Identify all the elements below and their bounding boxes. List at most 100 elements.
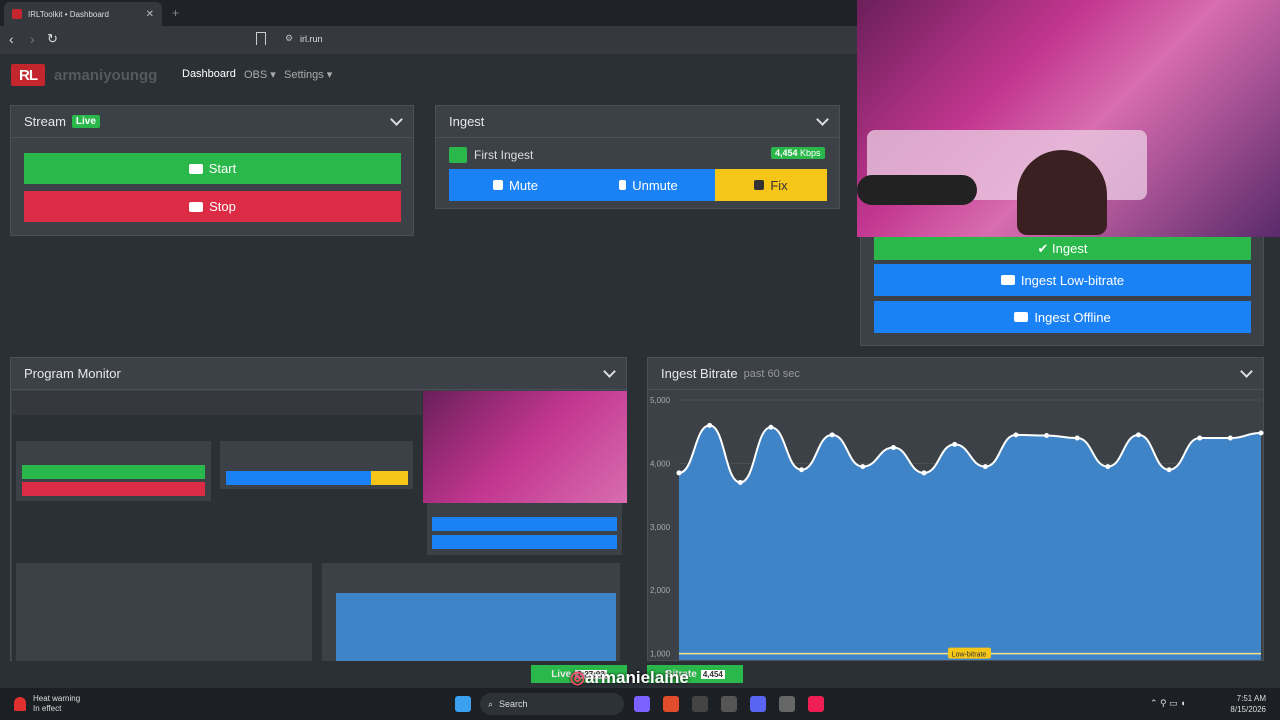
preview-fix <box>371 471 408 485</box>
weather-widget[interactable]: Heat warning In effect <box>33 694 80 714</box>
data-point <box>737 479 743 485</box>
scene-low-label: Ingest Low-bitrate <box>1020 272 1125 288</box>
site-info-icon[interactable]: ⚙ <box>285 33 293 44</box>
scene-offline-button[interactable]: Ingest Offline <box>874 301 1251 333</box>
nav-settings[interactable]: Settings ▾ <box>284 68 332 81</box>
data-point <box>952 441 958 447</box>
kbps-unit: Kbps <box>800 148 821 158</box>
tiktok-icon: ◎ <box>570 668 585 687</box>
mic-icon <box>619 180 627 190</box>
clock[interactable]: 7:51 AM 8/15/2026 <box>1222 693 1266 715</box>
y-tick-label: 2,000 <box>650 586 671 595</box>
threshold-label: Low-bitrate <box>952 652 987 659</box>
scene-offline-label: Ingest Offline <box>1034 309 1111 325</box>
discord-icon[interactable] <box>750 696 766 712</box>
live-badge: Live <box>71 115 100 128</box>
overlay-handle: ◎armanielaine <box>570 668 689 688</box>
area-fill <box>679 425 1261 660</box>
data-point <box>1166 467 1172 473</box>
webcam-feed <box>857 0 1280 237</box>
taskbar-search[interactable]: ⌕ Search <box>480 693 624 715</box>
microphone-icon <box>449 147 467 163</box>
data-point <box>768 424 774 430</box>
stop-button[interactable]: Stop <box>24 191 401 222</box>
preview-area <box>336 593 616 661</box>
data-point <box>676 470 682 476</box>
video-camera-icon <box>188 163 203 174</box>
fix-button[interactable]: Fix <box>715 169 827 201</box>
tray-icons[interactable]: ⌃ ⚲ ▭ ◖ <box>1150 698 1186 709</box>
xbox-icon[interactable] <box>692 696 708 712</box>
data-point <box>799 467 805 473</box>
nav-obs[interactable]: OBS ▾ <box>244 68 276 81</box>
stream-title: Stream <box>24 114 66 129</box>
browser-tab[interactable]: IRLToolkit • Dashboard ✕ <box>4 2 162 26</box>
preview-chrome <box>12 391 422 415</box>
ingest-title: Ingest <box>449 114 485 129</box>
search-icon: ⌕ <box>488 698 494 709</box>
start-label: Start <box>208 161 237 176</box>
unmute-button[interactable]: Unmute <box>582 169 715 201</box>
preview-stream-panel <box>16 441 211 501</box>
close-tab-icon[interactable]: ✕ <box>146 9 154 20</box>
irltoolkit-logo: RL <box>11 64 45 86</box>
brave-icon[interactable] <box>663 696 679 712</box>
tiktok-app-icon[interactable] <box>808 696 824 712</box>
data-point <box>1258 430 1264 436</box>
back-icon[interactable]: ‹ <box>9 31 14 47</box>
data-point <box>1197 435 1203 441</box>
fix-label: Fix <box>770 177 788 193</box>
robot-icon <box>1014 312 1029 322</box>
data-point <box>1074 435 1080 441</box>
bitrate-chart: 5,000 4,000 3,000 2,000 1,000 Low-bitrate <box>650 396 1264 660</box>
search-label: Search <box>499 699 528 709</box>
preview-offline <box>432 535 617 549</box>
preview-monitor <box>16 563 312 661</box>
scene-low-bitrate-button[interactable]: Ingest Low-bitrate <box>874 264 1251 296</box>
address-bar[interactable]: irl.run <box>300 34 323 44</box>
settings-icon[interactable] <box>779 696 795 712</box>
start-button[interactable]: Start <box>24 153 401 184</box>
stop-label: Stop <box>209 199 236 214</box>
preview-mute-unmute <box>226 471 371 485</box>
program-monitor-preview <box>12 391 627 661</box>
preview-webcam <box>423 391 627 503</box>
overlay-live-label: Live <box>551 668 572 680</box>
favicon-icon <box>12 9 22 19</box>
reload-icon[interactable]: ↻ <box>47 31 58 47</box>
tab-title: IRLToolkit • Dashboard <box>28 9 109 19</box>
preview-low <box>432 517 617 531</box>
unmute-label: Unmute <box>632 177 678 193</box>
heat-warning-icon[interactable] <box>14 697 26 711</box>
data-point <box>1044 433 1050 439</box>
stream-panel: Stream Live Start Stop <box>10 105 414 236</box>
bookmark-icon[interactable] <box>256 32 266 45</box>
overlay-handle-text: armanielaine <box>584 668 689 687</box>
copilot-icon[interactable] <box>634 696 650 712</box>
scene-ingest-button[interactable]: ✔ Ingest <box>874 237 1251 260</box>
video-off-icon <box>189 201 204 212</box>
microphone-shape <box>857 175 977 205</box>
program-monitor-title: Program Monitor <box>24 366 121 381</box>
mute-label: Mute <box>509 177 538 193</box>
data-point <box>1013 432 1019 438</box>
windows-start-icon[interactable] <box>455 696 471 712</box>
data-point <box>829 432 835 438</box>
forward-icon[interactable]: › <box>30 31 35 47</box>
new-tab-icon[interactable]: + <box>172 6 179 20</box>
data-point <box>1135 432 1141 438</box>
mute-button[interactable]: Mute <box>449 169 582 201</box>
y-tick-label: 4,000 <box>650 459 671 468</box>
chart-subtitle: past 60 sec <box>743 367 800 380</box>
ingest-kbps-badge: 4,454 Kbps <box>771 147 825 159</box>
data-point <box>1227 435 1233 441</box>
nav-dashboard[interactable]: Dashboard <box>182 68 236 80</box>
data-point <box>707 422 713 428</box>
logitech-icon[interactable] <box>721 696 737 712</box>
person-shape <box>1017 150 1107 235</box>
wrench-icon <box>754 180 765 190</box>
y-tick-label: 3,000 <box>650 523 671 532</box>
preview-bitrate <box>322 563 620 661</box>
preview-scenes <box>427 503 622 555</box>
y-tick-label: 1,000 <box>650 650 671 659</box>
